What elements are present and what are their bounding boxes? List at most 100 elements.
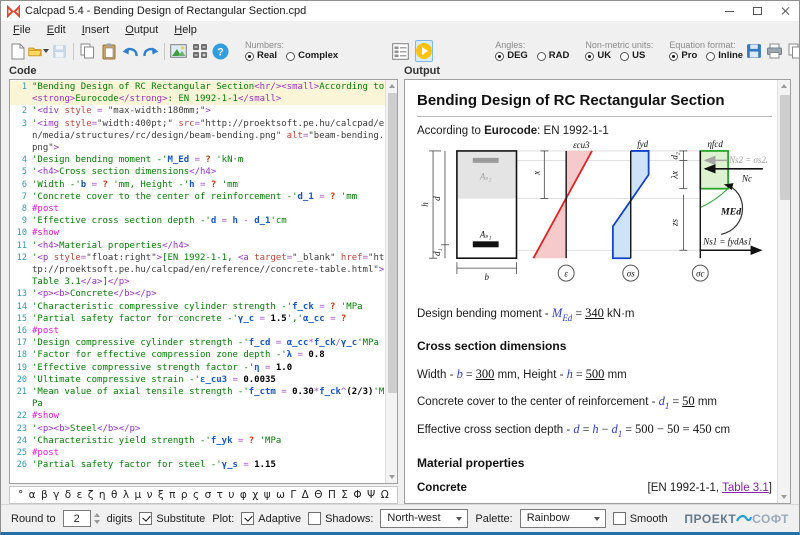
symbol-button[interactable]: ω <box>276 489 285 501</box>
symbol-button[interactable]: η <box>99 489 106 501</box>
radio-uk[interactable]: UK <box>585 50 611 62</box>
symbol-button[interactable]: Δ <box>302 489 309 501</box>
code-scroll-thumb[interactable] <box>388 93 397 393</box>
menu-insert[interactable]: Insert <box>74 24 118 36</box>
print-button[interactable] <box>764 41 785 62</box>
scroll-up-icon[interactable] <box>386 80 398 92</box>
help-button[interactable]: ? <box>210 41 231 62</box>
heading-cross-section: Cross section dimensions <box>417 339 772 353</box>
round-to-value[interactable]: 2 <box>63 510 91 527</box>
symbol-button[interactable]: α <box>29 489 36 501</box>
smooth-checkbox[interactable]: Smooth <box>613 512 668 525</box>
radio-deg[interactable]: DEG <box>495 50 528 62</box>
symbol-button[interactable]: ζ <box>88 489 94 501</box>
output-title: Bending Design of RC Rectangular Section <box>417 92 772 109</box>
symbol-button[interactable]: ν <box>147 489 153 501</box>
close-button[interactable] <box>771 1 799 21</box>
symbol-button[interactable]: δ <box>65 489 71 501</box>
symbol-button[interactable]: Σ <box>341 489 348 501</box>
input-form-button[interactable] <box>390 41 411 62</box>
radio-inline[interactable]: Inline <box>706 50 743 62</box>
checkbox-icon[interactable] <box>241 512 254 525</box>
symbol-button[interactable]: ° <box>18 489 23 501</box>
code-editor[interactable]: 1"Bending Design of RC Rectangular Secti… <box>9 79 398 484</box>
adaptive-checkbox[interactable]: Adaptive <box>241 512 301 525</box>
radio-complex[interactable]: Complex <box>286 50 338 62</box>
menu-help[interactable]: Help <box>166 24 205 36</box>
symbol-button[interactable]: υ <box>228 489 234 501</box>
insert-image-button[interactable] <box>168 41 189 62</box>
maximize-button[interactable] <box>743 1 771 21</box>
symbol-button[interactable]: μ <box>134 489 141 501</box>
open-file-button[interactable] <box>28 41 49 62</box>
spinner-buttons[interactable] <box>94 513 100 524</box>
radio-us[interactable]: US <box>620 50 645 62</box>
spin-up-icon[interactable] <box>94 513 100 517</box>
symbol-button[interactable]: ψ <box>264 489 271 501</box>
shadows-select[interactable]: North-west <box>380 509 468 528</box>
output-scroll-thumb[interactable] <box>780 95 790 200</box>
calcpad-window: Calcpad 5.4 - Bending Design of Rectangu… <box>0 0 800 535</box>
checkbox-icon[interactable] <box>613 512 626 525</box>
symbol-button[interactable]: Π <box>328 489 336 501</box>
symbol-button[interactable]: ξ <box>158 489 164 501</box>
copy-output-button[interactable] <box>785 41 800 62</box>
symbol-button[interactable]: β <box>41 489 48 501</box>
paste-button[interactable] <box>98 41 119 62</box>
symbol-button[interactable]: Ω <box>381 489 389 501</box>
run-button[interactable] <box>415 40 433 62</box>
symbol-button[interactable]: ς <box>193 489 199 501</box>
group-label: Angles: <box>495 40 569 50</box>
redo-button[interactable] <box>140 41 161 62</box>
keypad-button[interactable] <box>189 41 210 62</box>
symbol-button[interactable]: ε <box>77 489 83 501</box>
round-to-spinner[interactable]: 2 <box>63 510 100 527</box>
radio-pro[interactable]: Pro <box>669 50 697 62</box>
checkbox-icon[interactable] <box>308 512 321 525</box>
equation-format-group: Equation format:ProInline <box>669 39 743 63</box>
symbol-button[interactable]: π <box>169 489 175 501</box>
spin-down-icon[interactable] <box>94 520 100 524</box>
code-line: 6'Width -'b = ? 'mm, Height -'h = ? 'mm <box>10 179 385 191</box>
symbol-button[interactable]: γ <box>53 489 59 501</box>
symbol-button[interactable]: Ψ <box>367 489 375 501</box>
new-file-button[interactable] <box>7 41 28 62</box>
symbol-button[interactable]: ρ <box>181 489 188 501</box>
symbol-button[interactable]: φ <box>240 489 247 501</box>
code-text[interactable]: 1"Bending Design of RC Rectangular Secti… <box>10 81 385 483</box>
symbol-button[interactable]: Φ <box>353 489 361 501</box>
symbol-button[interactable]: χ <box>252 489 258 501</box>
menu-file[interactable]: File <box>5 24 39 36</box>
output-panel-label: Output <box>404 63 791 79</box>
shadows-checkbox[interactable]: Shadows: <box>308 512 373 525</box>
symbol-button[interactable]: Θ <box>314 489 322 501</box>
output-scrollbar[interactable] <box>777 80 790 503</box>
radio-rad[interactable]: RAD <box>537 50 570 62</box>
symbol-button[interactable]: Γ <box>290 489 296 501</box>
save-output-button[interactable] <box>743 41 764 62</box>
palette-select[interactable]: Rainbow <box>520 509 606 528</box>
scroll-down-icon[interactable] <box>778 491 790 503</box>
substitute-checkbox[interactable]: Substitute <box>139 512 205 525</box>
save-file-button[interactable] <box>49 41 70 62</box>
help-icon: ? <box>212 43 229 60</box>
code-scrollbar[interactable] <box>385 80 397 483</box>
symbol-button[interactable]: θ <box>111 489 117 501</box>
menu-output[interactable]: Output <box>117 24 166 36</box>
scroll-down-icon[interactable] <box>386 471 398 483</box>
window-title: Calcpad 5.4 - Bending Design of Rectangu… <box>25 5 715 17</box>
undo-button[interactable] <box>119 41 140 62</box>
symbol-button[interactable]: σ <box>205 489 212 501</box>
code-line: 12'<p style="float:right">[EN 1992-1-1, … <box>10 252 385 289</box>
svg-text:λx: λx <box>669 171 679 180</box>
radio-real[interactable]: Real <box>245 50 277 62</box>
symbol-button[interactable]: λ <box>123 489 129 501</box>
scroll-up-icon[interactable] <box>778 80 790 92</box>
play-icon <box>416 43 432 59</box>
copy-button[interactable] <box>77 41 98 62</box>
symbol-button[interactable]: τ <box>217 489 223 501</box>
table-3-1-link[interactable]: Table 3.1 <box>722 482 769 494</box>
checkbox-icon[interactable] <box>139 512 152 525</box>
minimize-button[interactable] <box>715 1 743 21</box>
menu-edit[interactable]: Edit <box>39 24 74 36</box>
